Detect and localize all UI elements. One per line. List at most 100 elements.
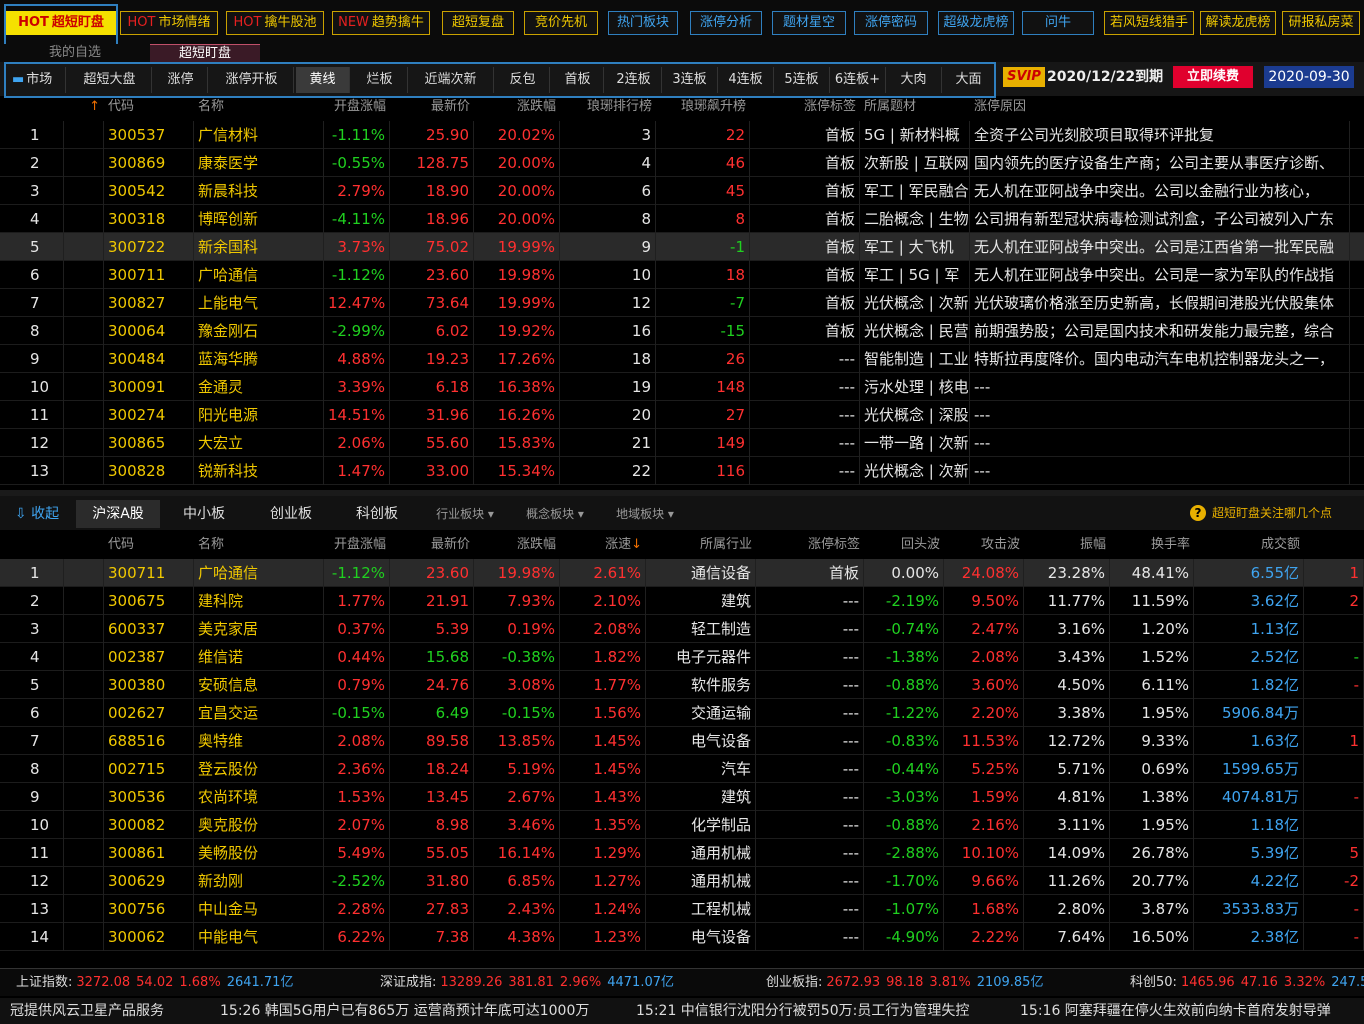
upper-header-surge[interactable]: 琅琊飙升榜 [660, 95, 746, 119]
nav-button-14[interactable]: 研报私房菜 [1282, 11, 1360, 35]
upper-header-topic[interactable]: 所属题材 [864, 95, 966, 119]
nav-button-6[interactable]: 热门板块 [608, 11, 678, 35]
nav-button-3[interactable]: NEW 趋势擒牛 [332, 11, 430, 35]
table-row[interactable]: 7 300827 上能电气 12.47% 73.64 19.99% 12 -7 首板 光伏概念 |… [0, 289, 1364, 317]
board-tab-0[interactable]: 沪深A股 [76, 500, 160, 528]
table-row[interactable]: 13 300828 锐新科技 1.47% 33.00 15.34% 22 116 --- 光伏概念… [0, 457, 1364, 485]
table-row[interactable]: 8 300064 豫金刚石 -2.99% 6.02 19.92% 16 -15 首板 光伏概念 |… [0, 317, 1364, 345]
table-row[interactable]: 11 300861 美畅股份 5.49% 55.05 16.14% 1.29% 通用机械 ---… [0, 839, 1364, 867]
upper-header-_blank[interactable]: ↑ [68, 95, 100, 119]
table-row[interactable]: 3 300542 新晨科技 2.79% 18.90 20.00% 6 45 首板 军工 | 军民融… [0, 177, 1364, 205]
cell-turnover: 11.59% [1110, 587, 1194, 615]
nav-label: 题材星空 [782, 15, 835, 30]
renew-button[interactable]: 立即续费 [1173, 66, 1253, 88]
table-row[interactable]: 4 002387 维信诺 0.44% 15.68 -0.38% 1.82% 电子元器件 --- -… [0, 643, 1364, 671]
table-row[interactable]: 8 002715 登云股份 2.36% 18.24 5.19% 1.45% 汽车 --- -0.4… [0, 755, 1364, 783]
sector-dropdown-1[interactable]: 概念板块 ▾ [510, 500, 600, 528]
upper-header-reason[interactable]: 涨停原因 [974, 95, 1346, 119]
news-item[interactable]: 15:26 韩国5G用户已有865万 运营商预计年底可达1000万 [220, 998, 589, 1024]
board-tab-2[interactable]: 创业板 [248, 500, 334, 528]
index-value: 47.16 [1240, 975, 1278, 990]
cell-reason: 无人机在亚阿战争中突出。公司是江西省第一批军民融 [970, 233, 1350, 261]
table-row[interactable]: 10 300082 奥克股份 2.07% 8.98 3.46% 1.35% 化学制品 --- -0… [0, 811, 1364, 839]
table-row[interactable]: 6 300711 广哈通信 -1.12% 23.60 19.98% 10 18 首板 军工 | 5… [0, 261, 1364, 289]
upper-header-open[interactable]: 开盘涨幅 [328, 95, 386, 119]
index-item[interactable]: 创业板指: 2672.93 98.18 3.81% 2109.85亿 [766, 969, 1043, 996]
sector-dropdown-2[interactable]: 地域板块 ▾ [600, 500, 690, 528]
lower-header-volume[interactable]: 成交额 [1198, 533, 1300, 557]
cell-price: 55.05 [390, 839, 474, 867]
table-row[interactable]: 2 300869 康泰医学 -0.55% 128.75 20.00% 4 46 首板 次新股 | … [0, 149, 1364, 177]
lower-header-open[interactable]: 开盘涨幅 [328, 533, 386, 557]
nav-button-12[interactable]: 若风短线猎手 [1104, 11, 1194, 35]
cell-volume: 5906.84万 [1194, 699, 1304, 727]
tab-ultra-short-monitor[interactable]: 超短盯盘 [150, 44, 260, 62]
table-row[interactable]: 7 688516 奥特维 2.08% 89.58 13.85% 1.45% 电气设备 --- -0… [0, 727, 1364, 755]
table-row[interactable]: 11 300274 阳光电源 14.51% 31.96 16.26% 20 27 --- 光伏概念… [0, 401, 1364, 429]
lower-header-speed[interactable]: 涨速↓ [564, 533, 642, 557]
sector-dropdown-0[interactable]: 行业板块 ▾ [420, 500, 510, 528]
cell-volume: 6.55亿 [1194, 559, 1304, 587]
upper-header-price[interactable]: 最新价 [394, 95, 470, 119]
table-row[interactable]: 1 300711 广哈通信 -1.12% 23.60 19.98% 2.61% 通信设备 首板 0… [0, 559, 1364, 587]
nav-button-7[interactable]: 涨停分析 [690, 11, 762, 35]
nav-button-9[interactable]: 涨停密码 [854, 11, 928, 35]
nav-button-13[interactable]: 解读龙虎榜 [1200, 11, 1276, 35]
news-item[interactable]: 15:16 阿塞拜疆在停火生效前向纳卡首府发射导弹 [1020, 998, 1331, 1024]
table-row[interactable]: 3 600337 美克家居 0.37% 5.39 0.19% 2.08% 轻工制造 --- -0.… [0, 615, 1364, 643]
board-tab-1[interactable]: 中小板 [160, 500, 248, 528]
collapse-button[interactable]: ⇩ 收起 [6, 500, 68, 528]
board-tab-3[interactable]: 科创板 [334, 500, 420, 528]
lower-header-name[interactable]: 名称 [198, 533, 320, 557]
table-row[interactable]: 12 300865 大宏立 2.06% 55.60 15.83% 21 149 --- 一带一路 … [0, 429, 1364, 457]
nav-button-1[interactable]: HOT 市场情绪 [120, 11, 218, 35]
table-row[interactable]: 9 300484 蓝海华腾 4.88% 19.23 17.26% 18 26 --- 智能制造 |… [0, 345, 1364, 373]
lower-header-pullback[interactable]: 回头波 [868, 533, 940, 557]
index-item[interactable]: 科创50:1465.96 47.16 3.32% 247.5 [1130, 969, 1364, 996]
lower-header-industry[interactable]: 所属行业 [650, 533, 752, 557]
table-row[interactable]: 10 300091 金通灵 3.39% 6.18 16.38% 19 148 --- 污水处理 |… [0, 373, 1364, 401]
nav-button-4[interactable]: 超短复盘 [442, 11, 514, 35]
nav-button-5[interactable]: 竞价先机 [524, 11, 598, 35]
news-item[interactable]: 冠提供风云卫星产品服务 [10, 998, 164, 1024]
upper-header-code[interactable]: 代码 [108, 95, 190, 119]
help-tip[interactable]: ? 超短盯盘关注哪几个点 [1190, 504, 1332, 522]
table-row[interactable]: 13 300756 中山金马 2.28% 27.83 2.43% 1.24% 工程机械 --- -… [0, 895, 1364, 923]
cell-change: 3.46% [474, 811, 560, 839]
table-row[interactable]: 1 300537 广信材料 -1.11% 25.90 20.02% 3 22 首板 5G | 新材… [0, 121, 1364, 149]
nav-button-2[interactable]: HOT 擒牛股池 [226, 11, 324, 35]
cell-surge: 149 [656, 429, 750, 457]
table-row[interactable]: 6 002627 宜昌交运 -0.15% 6.49 -0.15% 1.56% 交通运输 --- -… [0, 699, 1364, 727]
table-row[interactable]: 14 300062 中能电气 6.22% 7.38 4.38% 1.23% 电气设备 --- -4… [0, 923, 1364, 951]
lower-header-price[interactable]: 最新价 [394, 533, 470, 557]
lower-header-code[interactable]: 代码 [108, 533, 190, 557]
upper-header-name[interactable]: 名称 [198, 95, 320, 119]
upper-header-change[interactable]: 涨跌幅 [478, 95, 556, 119]
table-row[interactable]: 4 300318 博晖创新 -4.11% 18.96 20.00% 8 8 首板 二胎概念 | 生… [0, 205, 1364, 233]
table-row[interactable]: 5 300722 新余国科 3.73% 75.02 19.99% 9 -1 首板 军工 | 大飞机… [0, 233, 1364, 261]
cell-industry: 交通运输 [646, 699, 756, 727]
lower-header-tag[interactable]: 涨停标签 [760, 533, 860, 557]
upper-header-tag[interactable]: 涨停标签 [754, 95, 856, 119]
table-row[interactable]: 5 300380 安硕信息 0.79% 24.76 3.08% 1.77% 软件服务 --- -0… [0, 671, 1364, 699]
cell-change: 19.92% [474, 317, 560, 345]
cell-volume: 2.38亿 [1194, 923, 1304, 951]
tab-my-watchlist[interactable]: 我的自选 [30, 44, 120, 62]
index-item[interactable]: 上证指数: 3272.08 54.02 1.68% 2641.71亿 [16, 969, 293, 996]
table-row[interactable]: 2 300675 建科院 1.77% 21.91 7.93% 2.10% 建筑 --- -2.19… [0, 587, 1364, 615]
lower-header-attack[interactable]: 攻击波 [948, 533, 1020, 557]
cell-_blank [64, 867, 104, 895]
date-selector[interactable]: 2020-09-30 [1264, 66, 1354, 88]
news-item[interactable]: 15:21 中信银行沈阳分行被罚50万:员工行为管理失控 [636, 998, 969, 1024]
lower-header-turnover[interactable]: 换手率 [1114, 533, 1190, 557]
table-row[interactable]: 9 300536 农尚环境 1.53% 13.45 2.67% 1.43% 建筑 --- -3.0… [0, 783, 1364, 811]
table-row[interactable]: 12 300629 新劲刚 -2.52% 31.80 6.85% 1.27% 通用机械 --- -… [0, 867, 1364, 895]
lower-header-change[interactable]: 涨跌幅 [478, 533, 556, 557]
nav-button-8[interactable]: 题材星空 [772, 11, 846, 35]
index-item[interactable]: 深证成指: 13289.26 381.81 2.96% 4471.07亿 [380, 969, 674, 996]
cell-rank: 16 [560, 317, 656, 345]
lower-header-amp[interactable]: 振幅 [1028, 533, 1106, 557]
upper-header-rank[interactable]: 琅琊排行榜 [564, 95, 652, 119]
nav-button-11[interactable]: 问牛 [1022, 11, 1094, 35]
nav-button-10[interactable]: 超级龙虎榜 [938, 11, 1014, 35]
